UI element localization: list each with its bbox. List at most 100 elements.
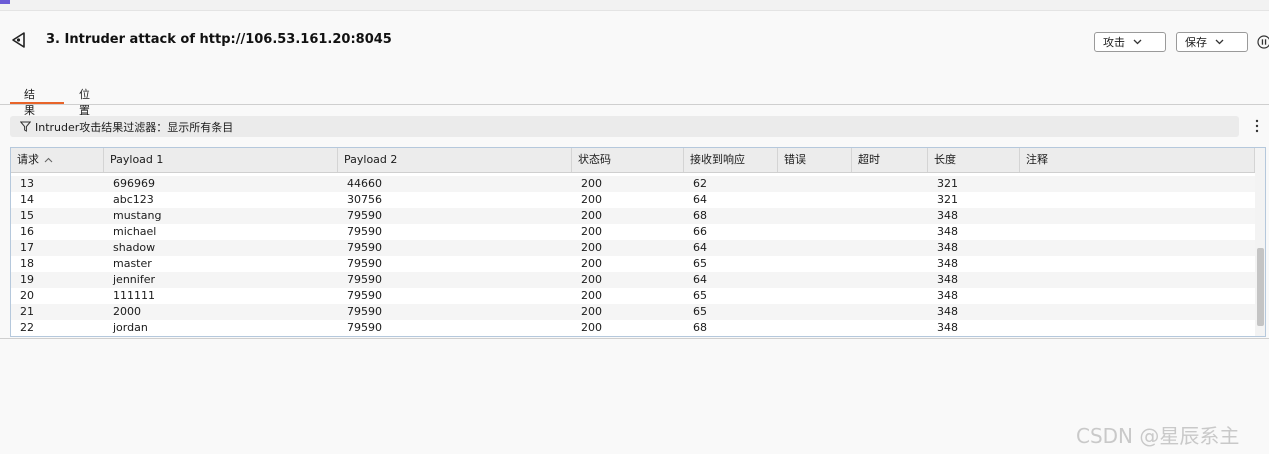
table-row[interactable]: 21 2000 79590 200 65 348 xyxy=(11,304,1255,320)
table-row[interactable]: 18 master 79590 200 65 348 xyxy=(11,256,1255,272)
col-payload-2-header[interactable]: Payload 2 xyxy=(338,148,572,172)
table-row[interactable]: 15 mustang 79590 200 68 348 xyxy=(11,208,1255,224)
col-response-received-cell: 64 xyxy=(693,273,707,286)
tabs-divider xyxy=(0,104,1269,105)
col-length-cell: 348 xyxy=(937,209,958,222)
attack-button[interactable]: 攻击 xyxy=(1094,32,1166,52)
col-timeout-cell xyxy=(852,192,928,208)
chevron-down-icon xyxy=(1133,39,1142,45)
col-length-header[interactable]: 长度 xyxy=(928,148,1020,172)
col-error-cell xyxy=(778,304,852,320)
col-payload-1-cell: abc123 xyxy=(113,193,154,206)
col-payload-1-cell: jennifer xyxy=(113,273,155,286)
col-comment-cell xyxy=(1020,176,1255,192)
col-error-cell xyxy=(778,288,852,304)
col-timeout-cell xyxy=(852,176,928,192)
table-row[interactable]: 16 michael 79590 200 66 348 xyxy=(11,224,1255,240)
column-header-label: Payload 2 xyxy=(344,153,398,166)
col-comment-header[interactable]: 注释 xyxy=(1020,148,1255,172)
table-row[interactable]: 20 111111 79590 200 65 348 xyxy=(11,288,1255,304)
col-comment-cell xyxy=(1020,240,1255,256)
watermark: CSDN @星辰系主 xyxy=(1076,424,1240,448)
col-timeout-cell xyxy=(852,288,928,304)
col-length-cell: 348 xyxy=(937,257,958,270)
table-row[interactable]: 19 jennifer 79590 200 64 348 xyxy=(11,272,1255,288)
col-error-cell xyxy=(778,272,852,288)
more-options-icon[interactable] xyxy=(1255,118,1259,134)
col-response-received-cell: 64 xyxy=(693,241,707,254)
col-request-cell: 15 xyxy=(20,209,34,222)
table-header: 请求 Payload 1 Payload 2 状态码 接收到响应 错误 超时 长度 注释 xyxy=(11,148,1255,173)
col-length-cell: 348 xyxy=(937,289,958,302)
col-comment-cell xyxy=(1020,208,1255,224)
table-row[interactable]: 22 jordan 79590 200 68 348 xyxy=(11,320,1255,336)
col-request-cell: 13 xyxy=(20,177,34,190)
col-error-cell xyxy=(778,240,852,256)
col-error-header[interactable]: 错误 xyxy=(778,148,852,172)
col-payload-2-cell: 79590 xyxy=(347,225,382,238)
column-header-label: 长度 xyxy=(934,153,956,166)
col-response-received-cell: 64 xyxy=(693,193,707,206)
page-title: 3. Intruder attack of http://106.53.161.… xyxy=(46,32,392,47)
scrollbar-thumb[interactable] xyxy=(1257,248,1264,326)
col-request-cell: 22 xyxy=(20,321,34,334)
table-row[interactable]: 13 696969 44660 200 62 321 xyxy=(11,176,1255,192)
col-comment-cell xyxy=(1020,288,1255,304)
column-header-label: 错误 xyxy=(784,153,806,166)
col-status-cell: 200 xyxy=(581,289,602,302)
col-comment-cell xyxy=(1020,224,1255,240)
col-status-header[interactable]: 状态码 xyxy=(572,148,684,172)
col-payload-2-cell: 79590 xyxy=(347,305,382,318)
tab-positions[interactable]: 位置 xyxy=(79,86,90,118)
col-payload-2-cell: 30756 xyxy=(347,193,382,206)
col-timeout-cell xyxy=(852,256,928,272)
col-comment-cell xyxy=(1020,304,1255,320)
filter-text: Intruder攻击结果过滤器：显示所有条目 xyxy=(35,120,234,134)
col-error-cell xyxy=(778,224,852,240)
col-request-cell: 19 xyxy=(20,273,34,286)
col-payload-2-cell: 79590 xyxy=(347,289,382,302)
col-length-cell: 348 xyxy=(937,305,958,318)
col-status-cell: 200 xyxy=(581,225,602,238)
col-error-cell xyxy=(778,320,852,336)
col-comment-cell xyxy=(1020,320,1255,336)
col-payload-2-cell: 79590 xyxy=(347,321,382,334)
results-table: 请求 Payload 1 Payload 2 状态码 接收到响应 错误 超时 长度 注释 13 6… xyxy=(10,147,1266,337)
col-payload-1-cell: michael xyxy=(113,225,157,238)
results-filter-bar[interactable]: Intruder攻击结果过滤器：显示所有条目 xyxy=(10,116,1239,137)
column-header-label: Payload 1 xyxy=(110,153,164,166)
bottom-divider xyxy=(0,338,1269,339)
col-request-cell: 17 xyxy=(20,241,34,254)
vertical-scrollbar[interactable] xyxy=(1255,148,1265,336)
col-timeout-header[interactable]: 超时 xyxy=(852,148,928,172)
table-row[interactable]: 14 abc123 30756 200 64 321 xyxy=(11,192,1255,208)
col-response-received-header[interactable]: 接收到响应 xyxy=(684,148,778,172)
col-status-cell: 200 xyxy=(581,209,602,222)
column-header-label: 请求 xyxy=(17,153,39,166)
column-header-label: 注释 xyxy=(1026,153,1048,166)
col-timeout-cell xyxy=(852,224,928,240)
col-response-received-cell: 65 xyxy=(693,289,707,302)
save-button[interactable]: 保存 xyxy=(1176,32,1248,52)
col-payload-1-header[interactable]: Payload 1 xyxy=(104,148,338,172)
col-request-cell: 21 xyxy=(20,305,34,318)
col-payload-1-cell: 696969 xyxy=(113,177,155,190)
col-error-cell xyxy=(778,192,852,208)
col-comment-cell xyxy=(1020,192,1255,208)
col-request-header[interactable]: 请求 xyxy=(11,148,104,172)
sort-ascending-icon xyxy=(44,157,53,163)
col-payload-1-cell: shadow xyxy=(113,241,156,254)
intruder-icon xyxy=(12,32,25,48)
attack-button-label: 攻击 xyxy=(1103,36,1125,49)
table-row[interactable]: 17 shadow 79590 200 64 348 xyxy=(11,240,1255,256)
col-request-cell: 18 xyxy=(20,257,34,270)
col-timeout-cell xyxy=(852,208,928,224)
col-payload-1-cell: master xyxy=(113,257,152,270)
column-header-label: 接收到响应 xyxy=(690,153,745,166)
col-request-cell: 14 xyxy=(20,193,34,206)
col-payload-1-cell: 2000 xyxy=(113,305,141,318)
pause-icon[interactable] xyxy=(1257,35,1269,49)
col-status-cell: 200 xyxy=(581,273,602,286)
col-payload-2-cell: 79590 xyxy=(347,273,382,286)
filter-icon xyxy=(20,121,31,132)
